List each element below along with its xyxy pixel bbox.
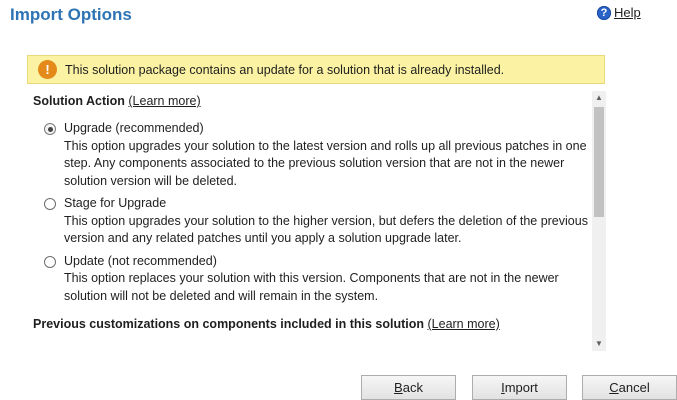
back-button[interactable]: Back: [361, 375, 456, 400]
solution-action-heading: Solution Action (Learn more): [33, 94, 588, 108]
cancel-button[interactable]: Cancel: [582, 375, 677, 400]
options-scroll-area: Solution Action (Learn more) Upgrade (re…: [27, 88, 607, 352]
option-stage-description: This option upgrades your solution to th…: [64, 213, 588, 246]
option-update[interactable]: Update (not recommended) This option rep…: [33, 253, 588, 306]
import-button[interactable]: Import: [472, 375, 567, 400]
option-upgrade[interactable]: Upgrade (recommended) This option upgrad…: [33, 120, 588, 190]
scroll-up-arrow-icon[interactable]: ▲: [592, 91, 606, 105]
warning-icon: !: [38, 60, 57, 79]
option-update-description: This option replaces your solution with …: [64, 271, 559, 303]
update-notice-banner: ! This solution package contains an upda…: [27, 55, 605, 84]
option-upgrade-label: Upgrade (recommended): [64, 121, 204, 135]
option-update-label: Update (not recommended): [64, 253, 217, 268]
previous-customizations-learn-more-link[interactable]: (Learn more): [428, 317, 500, 331]
upgrade-radio[interactable]: [44, 123, 56, 135]
previous-customizations-heading: Previous customizations on components in…: [33, 317, 588, 331]
dialog-title: Import Options: [10, 5, 132, 24]
previous-customizations-title: Previous customizations on components in…: [33, 317, 425, 331]
stage-for-upgrade-radio[interactable]: [44, 198, 56, 210]
option-stage-label: Stage for Upgrade: [64, 196, 167, 210]
scroll-down-arrow-icon[interactable]: ▼: [592, 337, 606, 351]
scrollbar-thumb[interactable]: [594, 107, 604, 217]
help-link[interactable]: ? Help: [597, 5, 641, 20]
notice-text: This solution package contains an update…: [65, 62, 505, 77]
update-radio[interactable]: [44, 255, 56, 268]
help-icon: ?: [597, 5, 611, 20]
option-upgrade-description: This option upgrades your solution to th…: [64, 138, 587, 188]
help-label: Help: [614, 5, 641, 20]
option-stage-for-upgrade[interactable]: Stage for Upgrade This option upgrades y…: [33, 195, 588, 248]
vertical-scrollbar[interactable]: ▲ ▼: [592, 91, 606, 351]
solution-action-title: Solution Action: [33, 94, 125, 108]
solution-action-learn-more-link[interactable]: (Learn more): [128, 94, 200, 108]
